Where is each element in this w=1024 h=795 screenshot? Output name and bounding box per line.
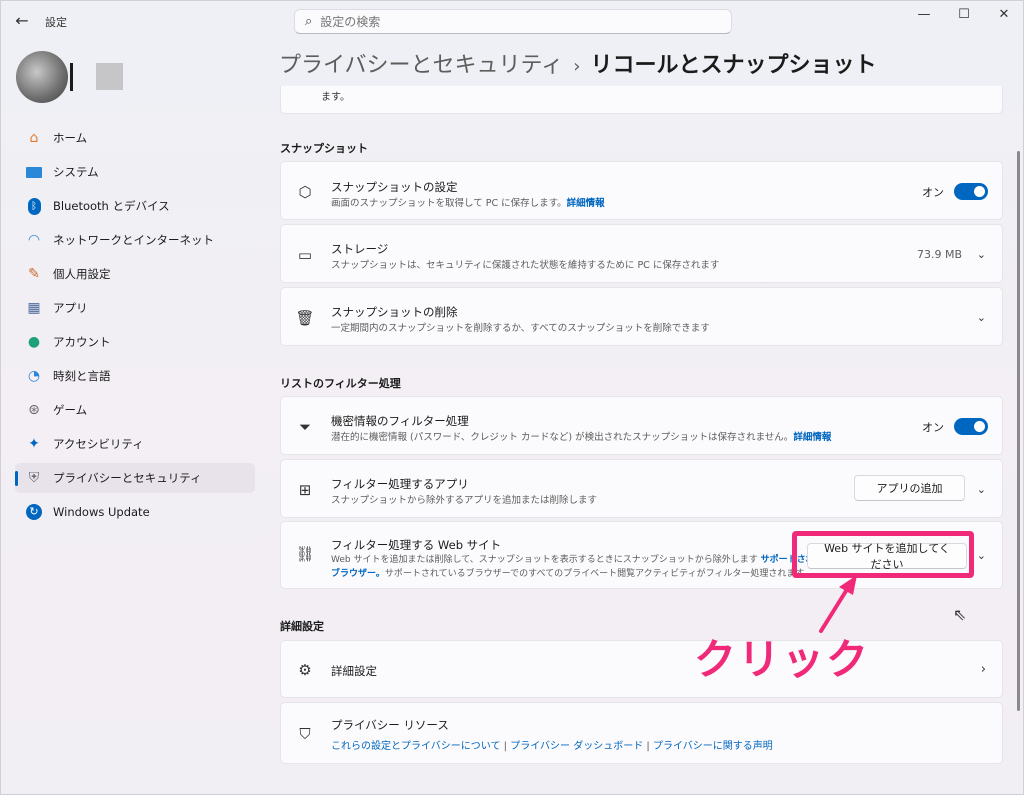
wifi-icon: ◠ xyxy=(27,232,41,248)
apps-grid-icon: ⊞ xyxy=(298,481,312,499)
home-icon: ⌂ xyxy=(29,130,39,146)
user-name-redacted xyxy=(96,63,123,90)
card-advanced-settings[interactable]: ⚙ 詳細設定 › xyxy=(280,640,1003,698)
snapshot-icon: ⬡ xyxy=(298,183,312,201)
chevron-down-icon[interactable]: ⌄ xyxy=(977,248,986,261)
privacy-statement-link[interactable]: プライバシーに関する声明 xyxy=(653,741,773,752)
accessibility-icon: ✦ xyxy=(28,436,40,452)
chevron-down-icon[interactable]: ⌄ xyxy=(977,483,986,496)
add-app-button[interactable]: アプリの追加 xyxy=(854,475,965,501)
search-box[interactable]: ⌕ xyxy=(294,9,732,34)
previous-card-cutoff: ます。 xyxy=(280,86,1003,114)
system-icon xyxy=(25,163,43,181)
update-icon: ↻ xyxy=(25,503,43,521)
sidebar-item-apps[interactable]: ▦ アプリ xyxy=(15,293,255,323)
annotation-click-label: クリック xyxy=(694,635,871,684)
app-title: 設定 xyxy=(45,16,67,29)
minimize-icon[interactable]: — xyxy=(904,5,944,25)
storage-value: 73.9 MB xyxy=(916,248,962,261)
supported-browsers-link-cont[interactable]: ブラウザー。 xyxy=(331,569,385,579)
learn-more-link[interactable]: 詳細情報 xyxy=(793,432,831,443)
chevron-down-icon[interactable]: ⌄ xyxy=(977,311,986,324)
chevron-right-icon[interactable]: › xyxy=(981,662,986,677)
shield-icon: ⛨ xyxy=(28,470,40,486)
brush-icon: ✎ xyxy=(28,266,40,282)
sidebar-item-home[interactable]: ⌂ ホーム xyxy=(15,123,255,153)
toggle-state-label: オン xyxy=(922,185,944,199)
link-icon: ⛓ xyxy=(295,545,315,563)
card-sensitive-filter[interactable]: ⏷ 機密情報のフィルター処理 潜在的に機密情報 (パスワード、クレジット カード… xyxy=(280,396,1003,455)
sidebar-item-accounts[interactable]: ● アカウント xyxy=(15,327,255,357)
breadcrumb-parent[interactable]: プライバシーとセキュリティ xyxy=(279,53,563,78)
apps-icon: ▦ xyxy=(27,300,41,316)
gamepad-icon: ⊛ xyxy=(28,402,40,418)
privacy-dashboard-link[interactable]: プライバシー ダッシュボード xyxy=(510,741,643,752)
storage-icon: ▭ xyxy=(297,246,313,264)
breadcrumb: プライバシーとセキュリティ › リコールとスナップショット xyxy=(279,47,876,79)
filter-icon: ⏷ xyxy=(298,418,311,436)
card-snapshot-settings[interactable]: ⬡ スナップショットの設定 画面のスナップショットを取得して PC に保存します… xyxy=(280,161,1003,220)
maximize-icon[interactable]: ☐ xyxy=(944,5,984,25)
sidebar-item-accessibility[interactable]: ✦ アクセシビリティ xyxy=(15,429,255,459)
close-icon[interactable]: ✕ xyxy=(984,5,1023,25)
scrollbar[interactable] xyxy=(1017,151,1020,711)
chevron-down-icon[interactable]: ⌄ xyxy=(977,549,986,562)
mouse-cursor-icon: ⇖ xyxy=(953,605,967,624)
learn-more-link[interactable]: 詳細情報 xyxy=(567,198,605,209)
section-title-filter: リストのフィルター処理 xyxy=(280,377,401,390)
sidebar-item-windows-update[interactable]: ↻ Windows Update xyxy=(15,497,255,527)
search-input[interactable] xyxy=(320,14,701,29)
sidebar-item-bluetooth[interactable]: ᛒ Bluetooth とデバイス xyxy=(15,191,255,221)
card-filter-apps[interactable]: ⊞ フィルター処理するアプリ スナップショットから除外するアプリを追加または削除… xyxy=(280,459,1003,518)
gear-icon: ⚙ xyxy=(298,661,312,679)
sidebar-item-gaming[interactable]: ⊛ ゲーム xyxy=(15,395,255,425)
search-icon: ⌕ xyxy=(305,14,313,29)
trash-icon: 🗑 xyxy=(295,309,315,327)
snapshot-toggle[interactable] xyxy=(954,183,988,200)
section-title-advanced: 詳細設定 xyxy=(280,620,324,633)
sensitive-filter-toggle[interactable] xyxy=(954,418,988,435)
highlight-box xyxy=(792,531,974,578)
avatar[interactable] xyxy=(16,51,68,103)
shield-outline-icon: ⛉ xyxy=(299,725,311,743)
bluetooth-icon: ᛒ xyxy=(25,197,43,215)
account-icon: ● xyxy=(27,334,41,350)
clock-globe-icon: ◔ xyxy=(27,368,41,384)
card-delete-snapshots[interactable]: 🗑 スナップショットの削除 一定期間内のスナップショットを削除するか、すべてのス… xyxy=(280,287,1003,346)
sidebar-item-privacy-security[interactable]: ⛨ プライバシーとセキュリティ xyxy=(15,463,255,493)
page-title: リコールとスナップショット xyxy=(590,53,877,78)
sidebar-nav: ⌂ ホーム システム ᛒ Bluetooth とデバイス ◠ ネットワークとイン… xyxy=(15,123,255,531)
back-arrow-icon[interactable]: ← xyxy=(11,10,33,32)
toggle-state-label: オン xyxy=(922,420,944,434)
avatar-divider xyxy=(70,63,73,91)
section-title-snapshots: スナップショット xyxy=(280,142,368,155)
card-privacy-resources: ⛉ プライバシー リソース これらの設定とプライバシーについて | プライバシー… xyxy=(280,702,1003,764)
breadcrumb-separator: › xyxy=(573,56,581,77)
sidebar-item-network[interactable]: ◠ ネットワークとインターネット xyxy=(15,225,255,255)
card-storage[interactable]: ▭ ストレージ スナップショットは、セキュリティに保護された状態を維持するために… xyxy=(280,224,1003,283)
settings-window: ← 設定 ⌕ — ☐ ✕ ⌂ ホーム システム ᛒ Bluetooth とデバイ… xyxy=(0,0,1024,795)
sidebar-item-time-language[interactable]: ◔ 時刻と言語 xyxy=(15,361,255,391)
sidebar-item-personalization[interactable]: ✎ 個人用設定 xyxy=(15,259,255,289)
privacy-settings-link[interactable]: これらの設定とプライバシーについて xyxy=(331,741,501,752)
sidebar-item-system[interactable]: システム xyxy=(15,157,255,187)
